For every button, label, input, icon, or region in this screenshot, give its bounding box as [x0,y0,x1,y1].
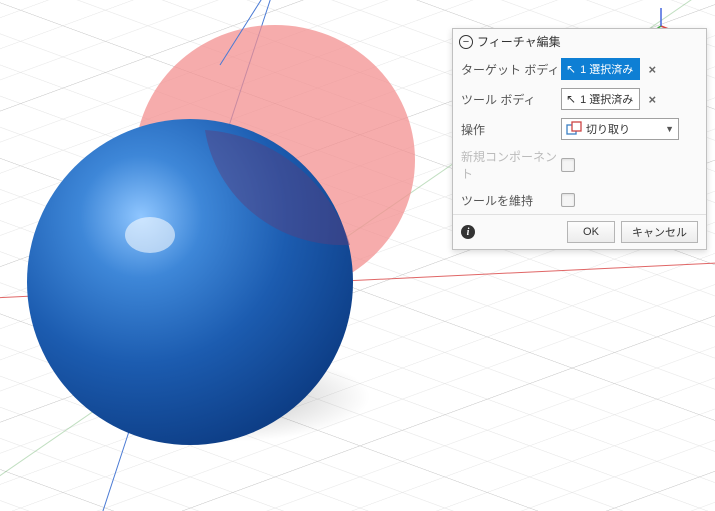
info-icon[interactable]: i [461,225,475,239]
new-component-checkbox [561,158,575,172]
target-body-sphere[interactable] [27,119,353,445]
panel-titlebar[interactable]: − フィーチャ編集 [453,29,706,54]
panel-title: フィーチャ編集 [477,33,561,50]
tool-body-clear[interactable]: × [644,91,660,107]
tool-body-selection[interactable]: ↖ 1 選択済み [561,88,640,110]
panel-footer: i OK キャンセル [453,214,706,249]
tool-body-label: ツール ボディ [461,91,561,108]
cut-operation-icon [566,121,582,137]
target-body-label: ターゲット ボディ [461,61,561,78]
cancel-button[interactable]: キャンセル [621,221,698,243]
operation-label: 操作 [461,121,561,138]
keep-tools-checkbox[interactable] [561,193,575,207]
target-body-chip-text: 1 選択済み [580,61,633,77]
tool-body-chip-text: 1 選択済み [580,91,633,107]
operation-value: 切り取り [586,121,630,137]
row-target-body: ターゲット ボディ ↖ 1 選択済み × [453,54,706,84]
row-operation: 操作 切り取り ▼ [453,114,706,144]
operation-select[interactable]: 切り取り ▼ [561,118,679,140]
target-body-selection[interactable]: ↖ 1 選択済み [561,58,640,80]
keep-tools-label: ツールを維持 [461,192,561,209]
cursor-icon: ↖ [566,62,576,76]
ok-button[interactable]: OK [567,221,615,243]
feature-edit-panel: − フィーチャ編集 ターゲット ボディ ↖ 1 選択済み × ツール ボディ ↖… [452,28,707,250]
row-new-component: 新規コンポーネント [453,144,706,186]
target-body-clear[interactable]: × [644,61,660,77]
row-tool-body: ツール ボディ ↖ 1 選択済み × [453,84,706,114]
collapse-icon[interactable]: − [459,35,473,49]
chevron-down-icon: ▼ [665,124,674,134]
new-component-label: 新規コンポーネント [461,148,561,182]
row-keep-tools: ツールを維持 [453,186,706,214]
sphere-specular [125,217,175,253]
cursor-icon: ↖ [566,92,576,106]
